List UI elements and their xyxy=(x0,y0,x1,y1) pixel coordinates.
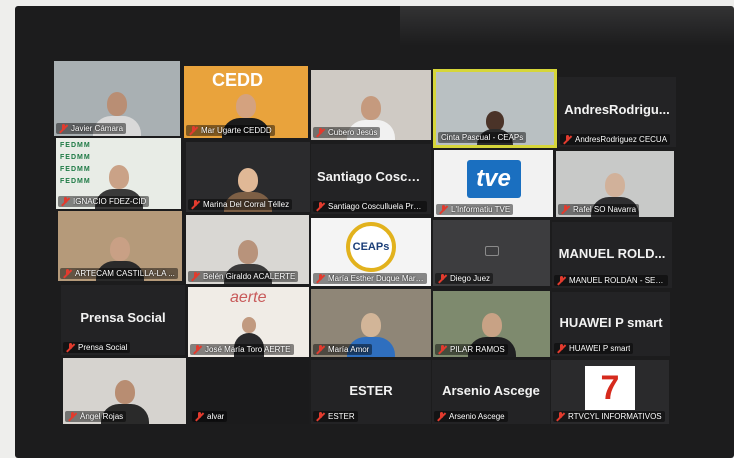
muted-mic-icon xyxy=(193,345,202,354)
participant-display-name: HUAWEI P smart xyxy=(559,315,663,331)
participant-tile[interactable]: PILAR RAMOS xyxy=(433,291,550,357)
participant-name: Mar Ugarte CEDDD xyxy=(201,126,272,135)
participant-tile[interactable]: CEDD Mar Ugarte CEDDD xyxy=(184,66,308,138)
participant-tile[interactable]: MANUEL ROLD... MANUEL ROLDÁN - SECR... xyxy=(552,222,672,288)
muted-mic-icon xyxy=(68,412,77,421)
participant-name: ARTECAM CASTILLA-LA ... xyxy=(75,269,175,278)
participant-tile[interactable]: Diego Juez xyxy=(433,220,550,286)
participant-name: Marina Del Corral Téllez xyxy=(203,200,290,209)
muted-mic-icon xyxy=(189,126,198,135)
participant-tile[interactable]: Javier Cámara xyxy=(54,61,180,136)
participant-name: HUAWEI P smart xyxy=(569,344,631,353)
participant-tile[interactable]: María Amor xyxy=(311,289,431,357)
participant-name: Belén Giraldo ACALERTE xyxy=(203,272,296,281)
participant-tile[interactable]: ESTER ESTER xyxy=(311,360,431,424)
participant-name: MANUEL ROLDÁN - SECR... xyxy=(569,276,665,285)
muted-mic-icon xyxy=(563,135,572,144)
muted-mic-icon xyxy=(195,412,204,421)
rtvcyl-logo: 7 xyxy=(585,366,635,410)
participant-tile-active-speaker[interactable]: Cinta Pascual - CEAPs xyxy=(433,69,557,148)
muted-mic-icon xyxy=(437,412,446,421)
participant-tile[interactable]: Arsenio Ascege Arsenio Ascege xyxy=(432,360,550,424)
muted-mic-icon xyxy=(556,412,565,421)
participant-display-name: Prensa Social xyxy=(80,310,166,326)
cedd-logo: CEDD xyxy=(212,70,264,90)
participant-tile[interactable]: ARTECAM CASTILLA-LA ... xyxy=(58,211,182,281)
participant-name: María Amor xyxy=(328,345,370,354)
aerte-banner: aerte xyxy=(230,289,267,306)
participant-name: IGNACIO FDEZ-CID xyxy=(73,197,147,206)
muted-mic-icon xyxy=(557,344,566,353)
participant-tile[interactable]: Belén Giraldo ACALERTE xyxy=(186,215,309,284)
participant-name: Prensa Social xyxy=(78,343,128,352)
participant-display-name: AndresRodrigu... xyxy=(564,102,670,118)
muted-mic-icon xyxy=(316,128,325,137)
participant-tile[interactable]: aerte José María Toro AERTE xyxy=(188,287,309,357)
participant-name: María Esther Duque Mart... xyxy=(328,274,424,283)
participant-name: Rafel SO Navarra xyxy=(573,205,637,214)
participant-name: L'Informatiu TVE xyxy=(451,205,511,214)
muted-mic-icon xyxy=(438,345,447,354)
participant-name: Javier Cámara xyxy=(71,124,124,133)
muted-mic-icon xyxy=(191,200,200,209)
participant-tile[interactable]: FEDMM FEDMM FEDMM FEDMM IGNACIO FDEZ-CID xyxy=(56,138,181,209)
video-off-icon xyxy=(484,246,499,256)
participant-name: José María Toro AERTE xyxy=(205,345,291,354)
muted-mic-icon xyxy=(63,269,72,278)
participant-display-name: ESTER xyxy=(349,383,393,399)
muted-mic-icon xyxy=(316,202,325,211)
participant-name: Arsenio Ascege xyxy=(449,412,505,421)
participant-name: Santiago Cosculluela Pre... xyxy=(328,202,424,211)
participant-tile[interactable]: Santiago Cosculluela Santiago Cosculluel… xyxy=(311,144,431,214)
muted-mic-icon xyxy=(61,197,70,206)
participant-display-name: Santiago Cosculluela xyxy=(317,169,431,185)
participant-tile[interactable]: HUAWEI P smart HUAWEI P smart xyxy=(552,292,670,356)
participant-name: Ángel Rojas xyxy=(80,412,124,421)
muted-mic-icon xyxy=(438,274,447,283)
participant-name: RTVCYL INFORMATIVOS xyxy=(568,412,662,421)
muted-mic-icon xyxy=(66,343,75,352)
participant-tile[interactable]: alvar xyxy=(190,360,309,424)
participant-tile[interactable]: 7 RTVCYL INFORMATIVOS xyxy=(551,360,669,424)
muted-mic-icon xyxy=(316,345,325,354)
participant-display-name: MANUEL ROLD... xyxy=(558,245,666,261)
participant-name: alvar xyxy=(207,412,225,421)
participant-name: ESTER xyxy=(328,412,355,421)
muted-mic-icon xyxy=(191,272,200,281)
participant-name: Diego Juez xyxy=(450,274,491,283)
participant-tile[interactable]: Prensa Social Prensa Social xyxy=(61,285,185,355)
participant-tile[interactable]: AndresRodrigu... AndresRodriguez CECUA xyxy=(558,77,676,147)
participant-name: Cubero Jesús xyxy=(328,128,378,137)
muted-mic-icon xyxy=(439,205,448,214)
participant-display-name: Arsenio Ascege xyxy=(442,383,540,399)
muted-mic-icon xyxy=(561,205,570,214)
muted-mic-icon xyxy=(557,276,566,285)
participant-name: Cinta Pascual - CEAPs xyxy=(441,133,524,142)
participant-tile[interactable]: Marina Del Corral Téllez xyxy=(186,142,310,212)
tve-logo: tve xyxy=(466,160,521,198)
participant-name: PILAR RAMOS xyxy=(450,345,505,354)
ceaps-logo: CEAPs xyxy=(346,222,396,272)
participant-tile[interactable]: tve L'Informatiu TVE xyxy=(434,150,553,217)
participant-tile[interactable]: CEAPs María Esther Duque Mart... xyxy=(311,218,431,286)
muted-mic-icon xyxy=(316,412,325,421)
participant-tile[interactable]: Rafel SO Navarra xyxy=(556,151,674,217)
participant-tile[interactable]: Cubero Jesús xyxy=(311,70,431,140)
participant-tile[interactable]: Ángel Rojas xyxy=(63,358,186,424)
participant-name: AndresRodriguez CECUA xyxy=(575,135,668,144)
muted-mic-icon xyxy=(316,274,325,283)
muted-mic-icon xyxy=(59,124,68,133)
